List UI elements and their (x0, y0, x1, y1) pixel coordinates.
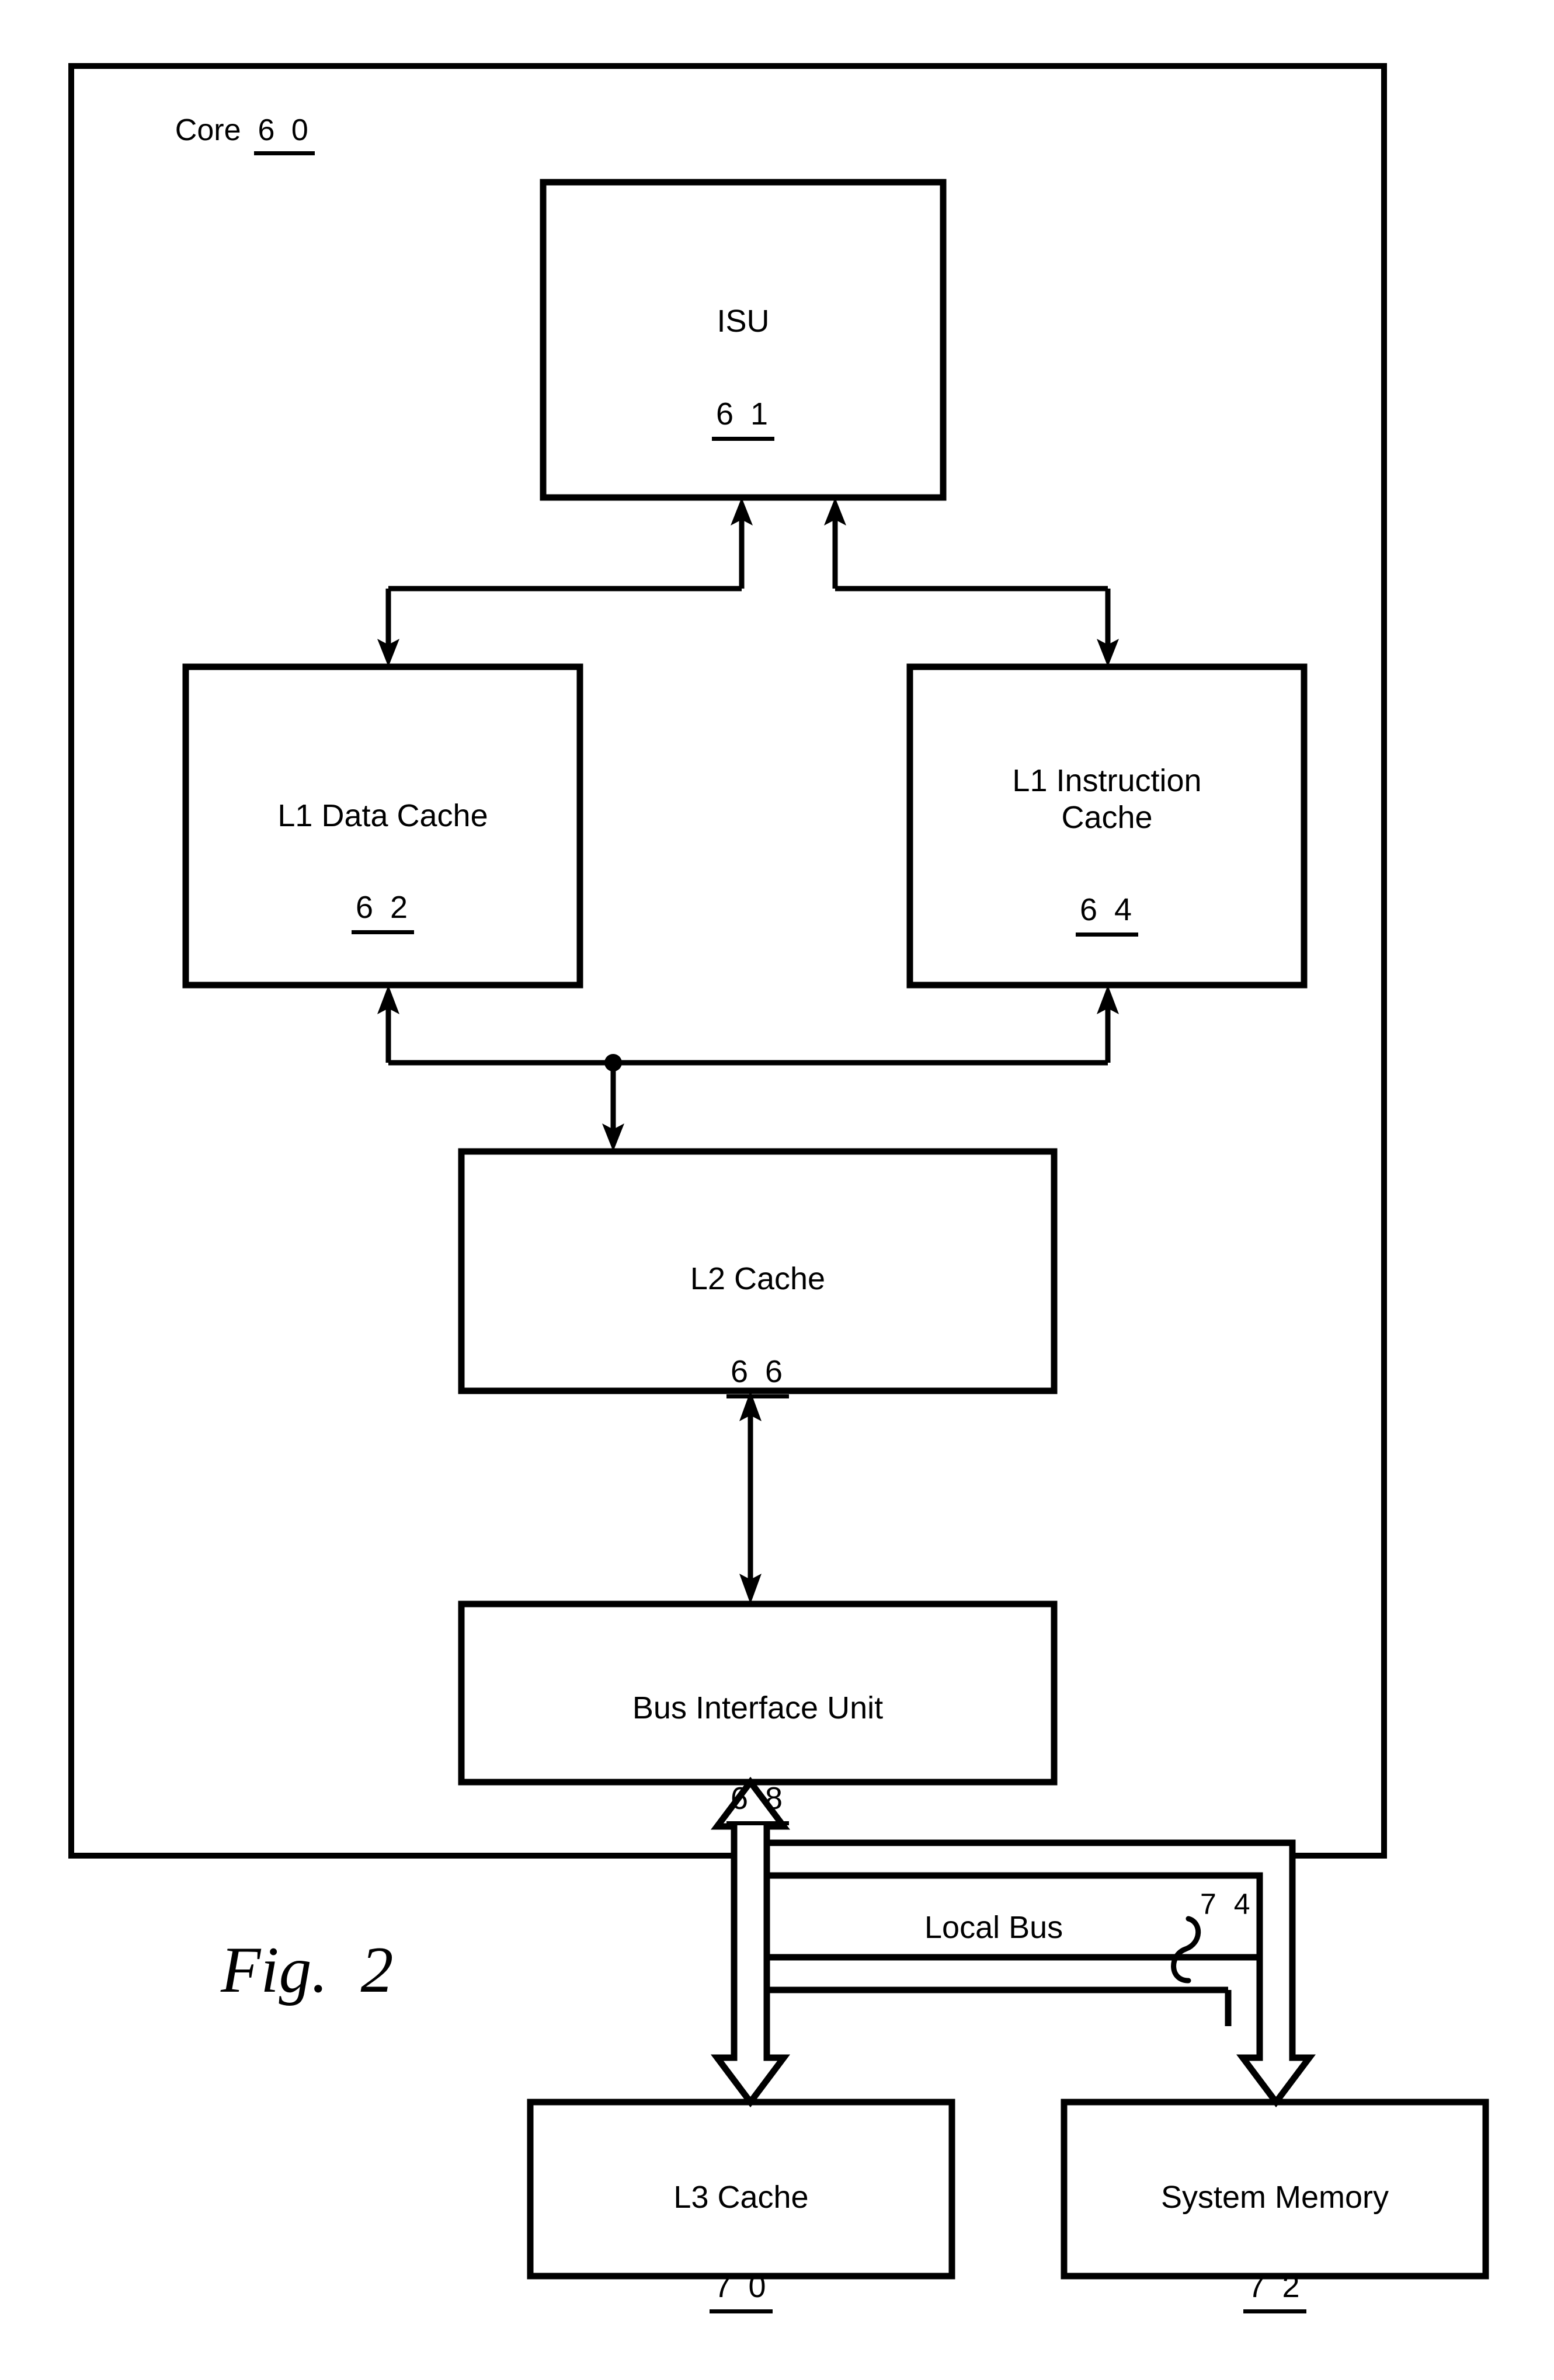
bus-interface-unit-label: Bus Interface Unit 6 8 (461, 1652, 1054, 1863)
l1-instruction-cache-ref-number: 6 4 (1075, 892, 1139, 937)
connector-isu-to-l1instruction (824, 497, 1119, 667)
l1-instruction-cache-label-text: L1 Instruction Cache (1012, 763, 1202, 836)
l3-cache-ref-number: 7 0 (710, 2268, 773, 2313)
system-memory-label-text: System Memory (1160, 2179, 1389, 2215)
system-memory-ref-number: 7 2 (1243, 2268, 1306, 2313)
l1-instruction-cache-label: L1 Instruction Cache 6 4 (910, 725, 1304, 973)
bus-interface-unit-label-text: Bus Interface Unit (632, 1690, 884, 1725)
local-bus-lower-rail (767, 1954, 1260, 2026)
l1-data-cache-label: L1 Data Cache 6 2 (186, 760, 580, 972)
connector-l1data-to-isu (377, 497, 753, 667)
l1-data-cache-ref-number: 6 2 (351, 889, 415, 934)
local-bus-horizontal-trunk (763, 1839, 1316, 2108)
l2-cache-ref-number: 6 6 (726, 1353, 790, 1398)
local-bus-label: Local Bus (924, 1910, 1063, 1945)
reference-leader-74 (1171, 1916, 1201, 1984)
figure-caption: Fig. 2 (221, 1934, 394, 2006)
local-bus-ref-number: 7 4 (1200, 1888, 1255, 1920)
core-label-text: Core (175, 113, 241, 147)
core-ref-number: 6 0 (253, 113, 315, 155)
isu-label-text: ISU (717, 303, 770, 339)
core-label: Core 6 0 (141, 78, 315, 190)
connector-l1-caches-to-l2 (377, 985, 1119, 1151)
l2-cache-label-text: L2 Cache (690, 1261, 826, 1296)
system-memory-label: System Memory 7 2 (1064, 2142, 1486, 2351)
l3-cache-label: L3 Cache 7 0 (530, 2142, 952, 2351)
isu-ref-number: 6 1 (711, 396, 775, 441)
patent-figure-page: Core 6 0 ISU 6 1 L1 Data Cache 6 2 L1 Ins… (0, 0, 1554, 2380)
l1-data-cache-label-text: L1 Data Cache (277, 798, 488, 833)
l3-cache-label-text: L3 Cache (673, 2179, 809, 2215)
isu-label: ISU 6 1 (543, 266, 943, 478)
bus-interface-unit-ref-number: 6 8 (726, 1780, 790, 1825)
l2-cache-label: L2 Cache 6 6 (461, 1223, 1054, 1436)
